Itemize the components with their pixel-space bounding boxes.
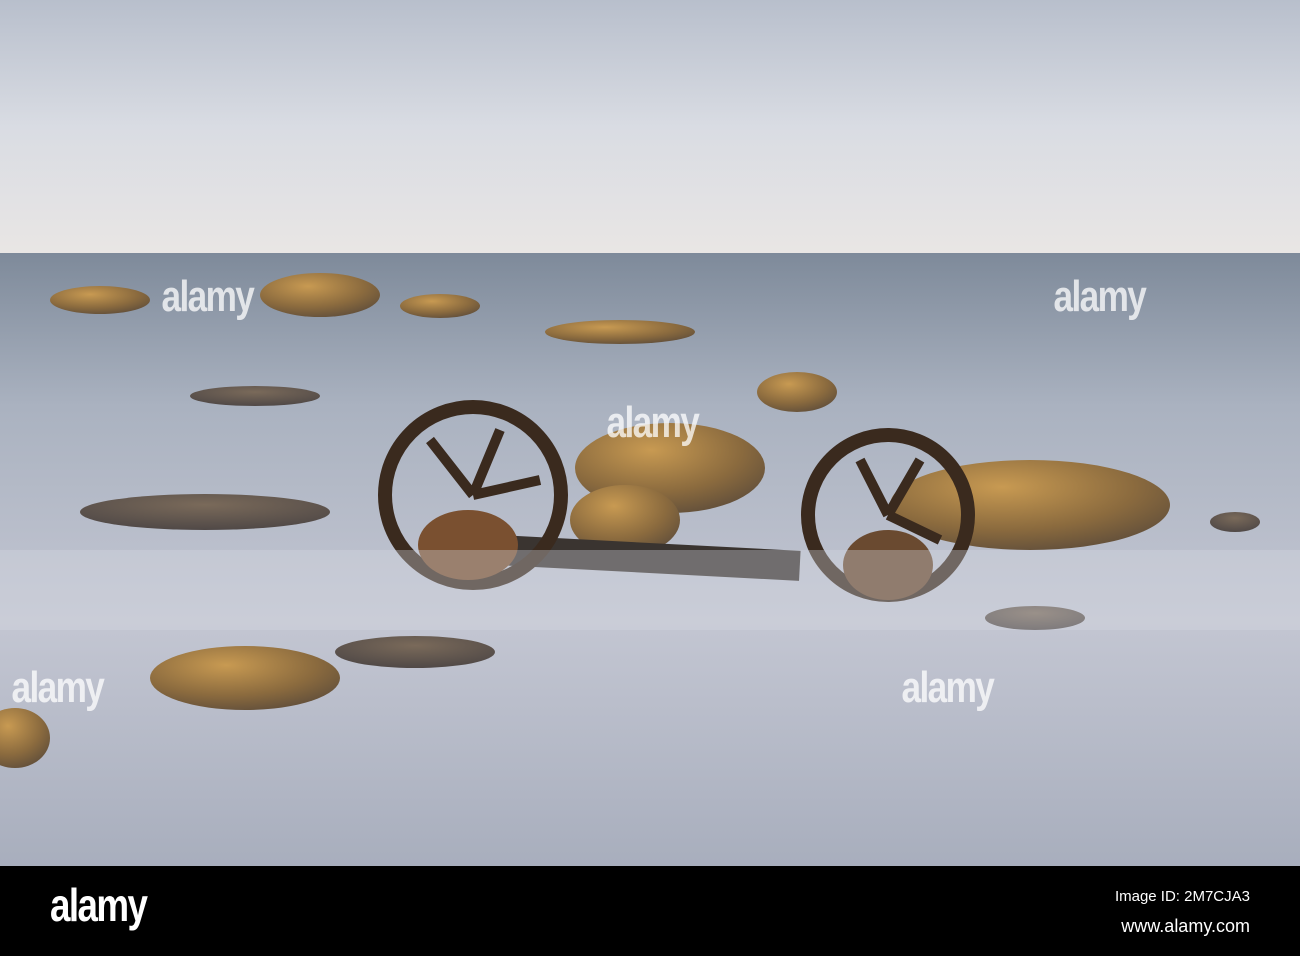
watermark: alamy [901, 663, 994, 712]
watermark: alamy [606, 398, 699, 447]
watermark: alamy [161, 272, 254, 321]
sky [0, 0, 1300, 254]
image-id: Image ID: 2M7CJA3 [1114, 888, 1250, 905]
watermark: alamy [11, 663, 104, 712]
alamy-logo: alamy [50, 879, 148, 931]
watermark: alamy [1053, 272, 1146, 321]
site-url: www.alamy.com [1121, 916, 1250, 936]
footer-bar: alamy Image ID: 2M7CJA3 www.alamy.com [0, 866, 1300, 956]
